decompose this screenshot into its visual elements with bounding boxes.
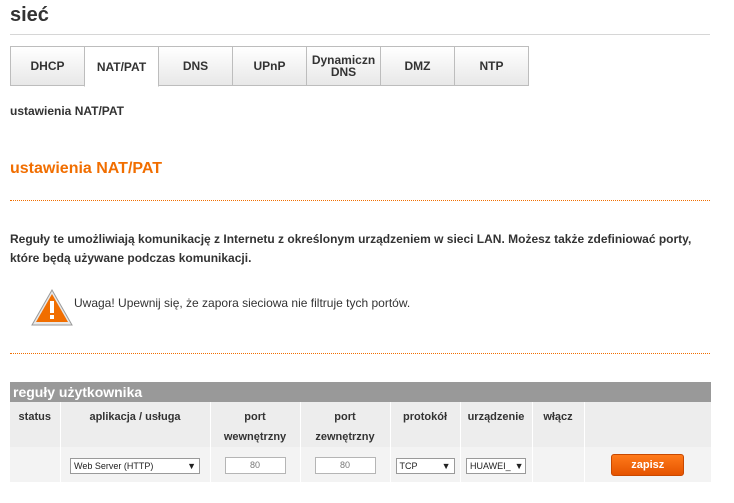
warning-triangle-icon bbox=[30, 288, 74, 333]
tab-dhcp[interactable]: DHCP bbox=[10, 46, 85, 86]
protocol-cell: TCP ▼ bbox=[390, 447, 461, 482]
tab-dns[interactable]: DNS bbox=[158, 46, 233, 86]
chevron-down-icon: ▼ bbox=[187, 460, 196, 471]
breadcrumb: ustawienia NAT/PAT bbox=[10, 104, 125, 118]
external-port-input[interactable]: 80 bbox=[314, 457, 376, 474]
title-divider bbox=[10, 34, 710, 35]
rules-table-title: reguły użytkownika bbox=[10, 382, 711, 402]
table-header-row: status aplikacja / usługa port wewnętrzn… bbox=[10, 402, 711, 447]
column-header-status: status bbox=[10, 402, 61, 447]
dotted-divider bbox=[10, 200, 710, 201]
save-button[interactable]: zapisz bbox=[611, 453, 685, 476]
column-header-device: urządzenie bbox=[460, 402, 533, 447]
service-cell: Web Server (HTTP) ▼ bbox=[60, 447, 211, 482]
internal-port-cell: 80 bbox=[210, 447, 301, 482]
tab-dmz[interactable]: DMZ bbox=[380, 46, 455, 86]
column-header-action bbox=[584, 402, 711, 447]
protocol-select[interactable]: TCP ▼ bbox=[395, 457, 455, 474]
page-title: sieć bbox=[10, 4, 49, 26]
table-row: Web Server (HTTP) ▼ 80 80 TCP ▼ HUAWEI_ … bbox=[10, 447, 711, 482]
chevron-down-icon: ▼ bbox=[441, 460, 451, 471]
column-header-service: aplikacja / usługa bbox=[60, 402, 211, 447]
column-header-enable: włącz bbox=[532, 402, 585, 447]
dotted-divider bbox=[10, 353, 710, 354]
section-title: ustawienia NAT/PAT bbox=[10, 160, 163, 177]
tab-dynamic-dns[interactable]: Dynamiczn DNS bbox=[306, 46, 381, 86]
service-select-value: Web Server (HTTP) bbox=[74, 460, 154, 471]
tab-ntp[interactable]: NTP bbox=[454, 46, 529, 86]
internal-port-input[interactable]: 80 bbox=[224, 457, 286, 474]
enable-cell bbox=[532, 447, 585, 482]
column-header-protocol: protokół bbox=[390, 402, 461, 447]
device-cell: HUAWEI_ ▼ bbox=[460, 447, 533, 482]
rules-table: status aplikacja / usługa port wewnętrzn… bbox=[10, 402, 711, 482]
chevron-down-icon: ▼ bbox=[514, 460, 524, 471]
service-select[interactable]: Web Server (HTTP) ▼ bbox=[70, 457, 200, 474]
tab-bar: DHCP NAT/PAT DNS UPnP Dynamiczn DNS DMZ … bbox=[10, 46, 529, 87]
column-header-internal-port: port wewnętrzny bbox=[210, 402, 301, 447]
action-cell: zapisz bbox=[584, 447, 711, 482]
warning-message: Uwaga! Upewnij się, że zapora sieciowa n… bbox=[74, 296, 411, 310]
device-select[interactable]: HUAWEI_ ▼ bbox=[466, 457, 526, 474]
section-description: Reguły te umożliwiają komunikację z Inte… bbox=[10, 232, 692, 265]
external-port-cell: 80 bbox=[300, 447, 391, 482]
tab-upnp[interactable]: UPnP bbox=[232, 46, 307, 86]
column-header-external-port: port zewnętrzny bbox=[300, 402, 391, 447]
status-cell bbox=[10, 447, 61, 482]
protocol-select-value: TCP bbox=[399, 460, 418, 471]
tab-nat-pat[interactable]: NAT/PAT bbox=[84, 46, 159, 87]
device-select-value: HUAWEI_ bbox=[470, 460, 511, 471]
